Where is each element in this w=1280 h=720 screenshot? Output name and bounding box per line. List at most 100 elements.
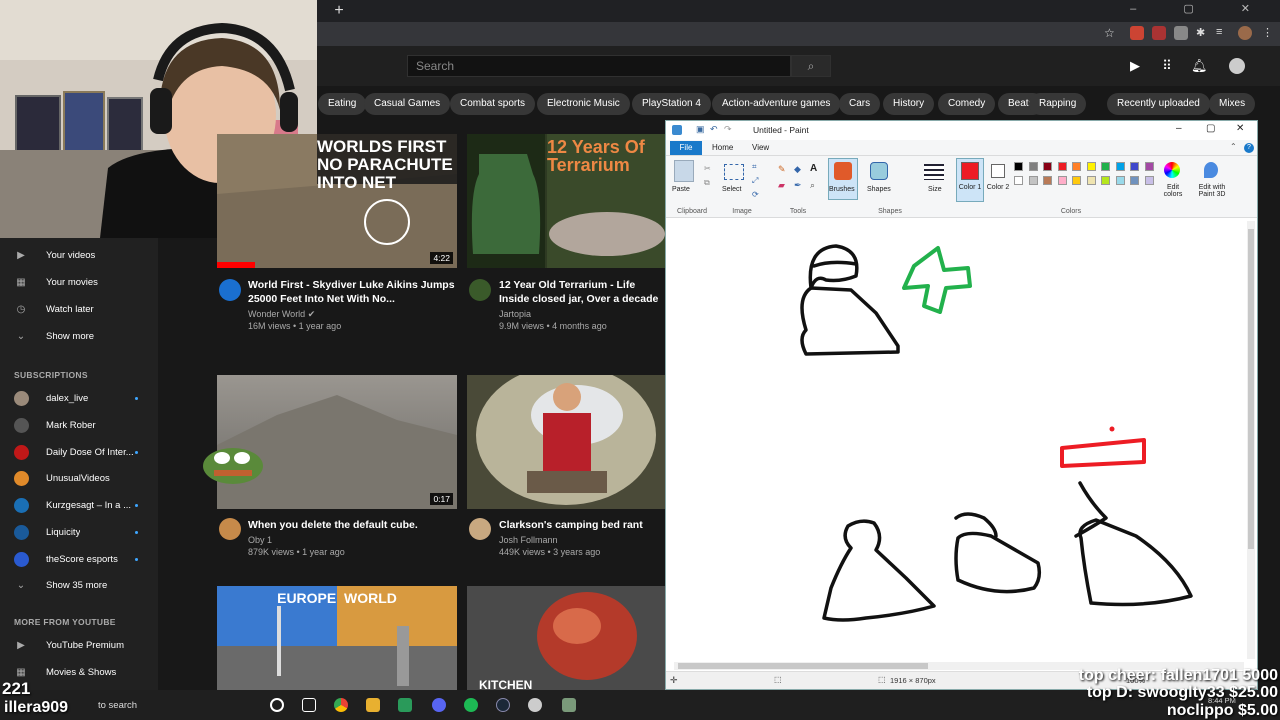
magnifier-icon[interactable]: ⌕: [810, 180, 815, 191]
palette-color-swatch[interactable]: [1043, 162, 1052, 171]
filter-chip[interactable]: Action-adventure games: [712, 93, 841, 115]
extension-icon[interactable]: [1152, 26, 1166, 40]
palette-color-swatch[interactable]: [1014, 162, 1023, 171]
file-explorer-icon[interactable]: [366, 698, 380, 712]
spotify-icon[interactable]: [464, 698, 478, 712]
edit-colors-button[interactable]: Edit colors: [1160, 184, 1186, 198]
palette-color-swatch[interactable]: [1130, 176, 1139, 185]
redo-icon[interactable]: ↷: [724, 124, 732, 135]
sidebar-item[interactable]: dalex_live: [0, 387, 158, 411]
browser-window-controls[interactable]: – ▢ ✕: [1130, 2, 1272, 15]
filter-chip[interactable]: History: [883, 93, 935, 115]
app-icon[interactable]: [398, 698, 412, 712]
shapes-button[interactable]: Shapes: [867, 186, 891, 193]
color2-button[interactable]: [991, 164, 1005, 178]
sidebar-item[interactable]: Mark Rober: [0, 414, 158, 438]
close-button[interactable]: ✕: [1236, 123, 1244, 134]
home-tab[interactable]: Home: [712, 143, 733, 152]
sidebar-item[interactable]: ▶ YouTube Premium: [0, 634, 158, 658]
size-icon[interactable]: [924, 164, 944, 180]
sidebar-item[interactable]: theScore esports: [0, 548, 158, 572]
palette-color-swatch[interactable]: [1014, 176, 1023, 185]
filter-chip[interactable]: PlayStation 4: [632, 93, 711, 115]
rotate-icon[interactable]: ⟳: [752, 190, 759, 199]
new-tab-button[interactable]: +: [330, 2, 348, 20]
profile-avatar[interactable]: [1238, 26, 1252, 40]
palette-color-swatch[interactable]: [1072, 162, 1081, 171]
video-title[interactable]: When you delete the default cube.: [248, 518, 458, 532]
notifications-bell-icon[interactable]: 🔔︎: [1191, 58, 1208, 74]
sidebar-item[interactable]: Liquicity: [0, 521, 158, 545]
sidebar-item[interactable]: Daily Dose Of Inter...: [0, 441, 158, 465]
video-channel[interactable]: Oby 1: [248, 534, 272, 546]
size-button[interactable]: Size: [928, 186, 942, 193]
sidebar-item[interactable]: Kurzgesagt – In a ...: [0, 494, 158, 518]
pencil-icon[interactable]: ✎: [778, 164, 786, 175]
filter-chip[interactable]: Electronic Music: [537, 93, 630, 115]
bookmark-star-icon[interactable]: ☆: [1104, 26, 1118, 40]
edit-colors-icon[interactable]: [1164, 162, 1180, 178]
shapes-icon[interactable]: [870, 162, 888, 180]
paint-vertical-scrollbar[interactable]: [1247, 221, 1255, 659]
paint3d-icon[interactable]: [1204, 162, 1218, 178]
video-title[interactable]: 12 Year Old Terrarium - Life Inside clos…: [499, 278, 664, 306]
collapse-ribbon-icon[interactable]: ⌃: [1230, 142, 1237, 151]
channel-avatar[interactable]: [469, 279, 491, 301]
palette-color-swatch[interactable]: [1130, 162, 1139, 171]
video-thumbnail[interactable]: KITCHEN: [467, 586, 665, 690]
palette-color-swatch[interactable]: [1028, 162, 1038, 171]
palette-color-swatch[interactable]: [1043, 176, 1052, 185]
maximize-button[interactable]: ▢: [1206, 123, 1215, 134]
filter-chip[interactable]: Combat sports: [450, 93, 536, 115]
paste-icon[interactable]: [674, 160, 694, 182]
select-icon[interactable]: [724, 164, 744, 180]
create-video-icon[interactable]: ▶: [1127, 58, 1143, 74]
paint-taskbar-icon[interactable]: [562, 698, 576, 712]
discord-icon[interactable]: [432, 698, 446, 712]
search-button[interactable]: ⌕: [791, 55, 831, 77]
channel-avatar[interactable]: [219, 279, 241, 301]
extension-icon[interactable]: [1130, 26, 1144, 40]
copy-icon[interactable]: ⧉: [704, 178, 710, 188]
filter-chip[interactable]: Recently uploaded: [1107, 93, 1210, 115]
filter-chip[interactable]: Comedy: [938, 93, 996, 115]
palette-color-swatch[interactable]: [1144, 176, 1154, 185]
sidebar-item[interactable]: ⌄ Show more: [0, 325, 158, 349]
steam-icon[interactable]: [496, 698, 510, 712]
taskview-grid-icon[interactable]: [302, 698, 316, 712]
video-title[interactable]: Clarkson's camping bed rant: [499, 518, 664, 532]
fill-icon[interactable]: ◆: [794, 164, 801, 175]
sidebar-item[interactable]: UnusualVideos: [0, 467, 158, 491]
channel-avatar[interactable]: [469, 518, 491, 540]
filter-chip[interactable]: Eating: [318, 93, 367, 115]
paint-canvas[interactable]: [666, 218, 1257, 661]
palette-color-swatch[interactable]: [1101, 162, 1110, 171]
extension-icon[interactable]: [1174, 26, 1188, 40]
view-tab[interactable]: View: [752, 143, 769, 152]
palette-color-swatch[interactable]: [1057, 176, 1067, 185]
crop-icon[interactable]: ⌗: [752, 162, 757, 172]
sidebar-item[interactable]: ◷ Watch later: [0, 298, 158, 322]
resize-icon[interactable]: ⤢: [752, 176, 758, 186]
color-picker-icon[interactable]: ✒: [794, 180, 802, 191]
palette-color-swatch[interactable]: [1057, 162, 1067, 171]
cut-icon[interactable]: ✂: [704, 164, 711, 173]
palette-color-swatch[interactable]: [1086, 176, 1096, 185]
playlist-icon[interactable]: ≡: [1216, 26, 1230, 40]
palette-color-swatch[interactable]: [1101, 176, 1110, 185]
video-thumbnail[interactable]: 12 Years Of Terrarium: [467, 134, 665, 268]
palette-color-swatch[interactable]: [1072, 176, 1081, 185]
app-icon[interactable]: [528, 698, 542, 712]
account-avatar[interactable]: [1229, 58, 1245, 74]
puzzle-icon[interactable]: ✱: [1196, 26, 1210, 40]
video-thumbnail[interactable]: EUROPE WORLD: [217, 586, 457, 690]
filter-chip[interactable]: Mixes: [1209, 93, 1256, 115]
channel-avatar[interactable]: [219, 518, 241, 540]
file-menu[interactable]: File: [670, 141, 702, 155]
palette-color-swatch[interactable]: [1144, 162, 1154, 171]
palette-color-swatch[interactable]: [1028, 176, 1038, 185]
palette-color-swatch[interactable]: [1086, 162, 1096, 171]
apps-grid-icon[interactable]: ⠿: [1159, 58, 1175, 74]
undo-icon[interactable]: ↶: [710, 124, 718, 135]
sidebar-item[interactable]: ⌄ Show 35 more: [0, 574, 158, 598]
